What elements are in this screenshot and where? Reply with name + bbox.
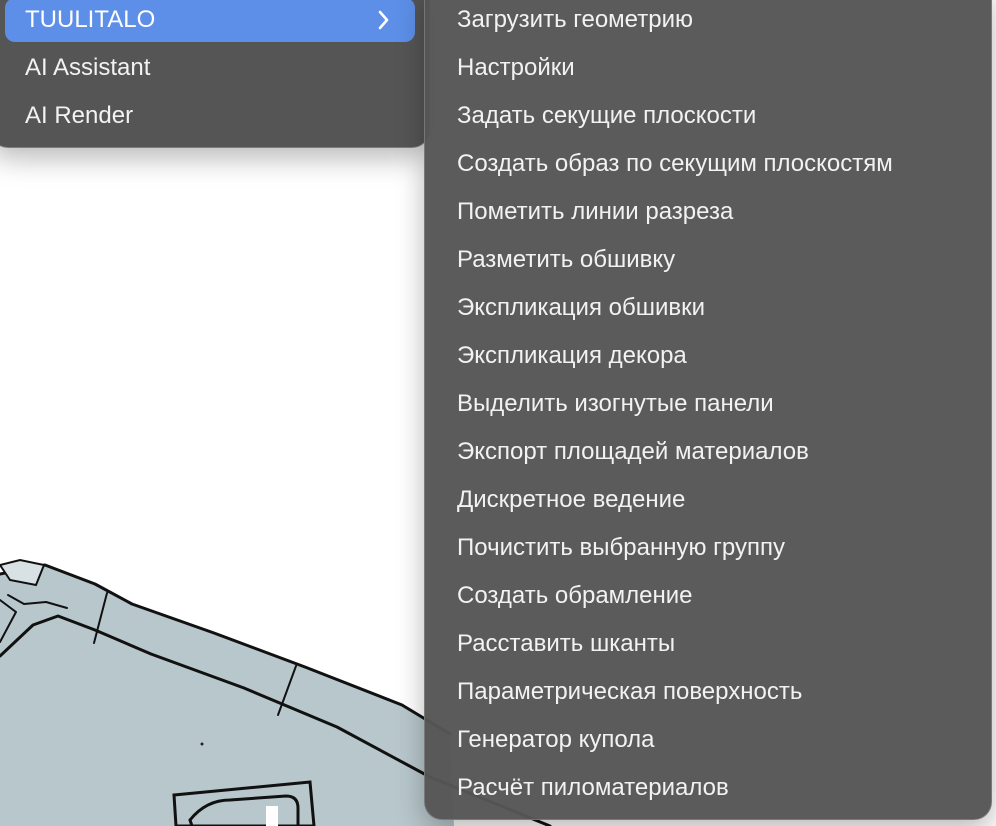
menu-item-label: AI Render xyxy=(25,102,134,129)
submenu-item-label: Экспликация обшивки xyxy=(457,294,706,321)
submenu-item-export-material-areas[interactable]: Экспорт площадей материалов xyxy=(457,430,977,474)
submenu-item-label: Создать образ по секущим плоскостям xyxy=(457,150,893,177)
submenu-item-label: Разметить обшивку xyxy=(457,246,676,273)
submenu-item-place-dowels[interactable]: Расставить шканты xyxy=(457,622,977,666)
submenu-item-decor-explication[interactable]: Экспликация декора xyxy=(457,334,977,378)
submenu-item-cladding-explication[interactable]: Экспликация обшивки xyxy=(457,286,977,330)
submenu-item-mark-cladding[interactable]: Разметить обшивку xyxy=(457,238,977,282)
submenu-item-mark-cut-lines[interactable]: Пометить линии разреза xyxy=(457,190,977,234)
submenu-item-label: Экспорт площадей материалов xyxy=(457,438,809,465)
submenu-item-label: Настройки xyxy=(457,54,575,81)
small-model-marker xyxy=(200,742,204,746)
submenu-item-label: Генератор купола xyxy=(457,726,655,753)
menu-item-label: AI Assistant xyxy=(25,54,151,81)
submenu-item-create-frame[interactable]: Создать обрамление xyxy=(457,574,977,618)
submenu-item-label: Загрузить геометрию xyxy=(457,6,693,33)
submenu-item-label: Параметрическая поверхность xyxy=(457,678,803,705)
submenu-item-parametric-surface[interactable]: Параметрическая поверхность xyxy=(457,670,977,714)
menu-item-ai-assistant[interactable]: AI Assistant xyxy=(5,46,415,90)
submenu-item-set-section-planes[interactable]: Задать секущие плоскости xyxy=(457,94,977,138)
context-menu: TUULITALO AI Assistant AI Render xyxy=(0,0,430,148)
submenu-item-dome-generator[interactable]: Генератор купола xyxy=(457,718,977,762)
submenu-item-load-geometry[interactable]: Загрузить геометрию xyxy=(457,0,977,42)
submenu-item-label: Задать секущие плоскости xyxy=(457,102,757,129)
cad-window: TUULITALO AI Assistant AI Render Загрузи… xyxy=(0,0,996,826)
tuulitalo-submenu: Загрузить геометрию Настройки Задать сек… xyxy=(424,0,992,820)
submenu-item-label: Дискретное ведение xyxy=(457,486,686,513)
submenu-item-label: Почистить выбранную группу xyxy=(457,534,785,561)
submenu-item-lumber-calculation[interactable]: Расчёт пиломатериалов xyxy=(457,766,977,810)
submenu-item-select-curved-panels[interactable]: Выделить изогнутые панели xyxy=(457,382,977,426)
menu-item-label: TUULITALO xyxy=(25,6,156,33)
submenu-item-label: Создать обрамление xyxy=(457,582,693,609)
menu-item-tuulitalo[interactable]: TUULITALO xyxy=(5,0,415,42)
submenu-item-settings[interactable]: Настройки xyxy=(457,46,977,90)
submenu-item-label: Выделить изогнутые панели xyxy=(457,390,774,417)
submenu-item-label: Пометить линии разреза xyxy=(457,198,734,225)
chevron-right-icon xyxy=(378,10,389,30)
submenu-item-label: Расставить шканты xyxy=(457,630,676,657)
submenu-item-label: Расчёт пиломатериалов xyxy=(457,774,729,801)
submenu-item-clean-selected-group[interactable]: Почистить выбранную группу xyxy=(457,526,977,570)
submenu-item-label: Экспликация декора xyxy=(457,342,687,369)
submenu-item-create-image-by-planes[interactable]: Создать образ по секущим плоскостям xyxy=(457,142,977,186)
menu-item-ai-render[interactable]: AI Render xyxy=(5,94,415,138)
submenu-item-discrete-guidance[interactable]: Дискретное ведение xyxy=(457,478,977,522)
window-white-strip xyxy=(266,806,278,826)
